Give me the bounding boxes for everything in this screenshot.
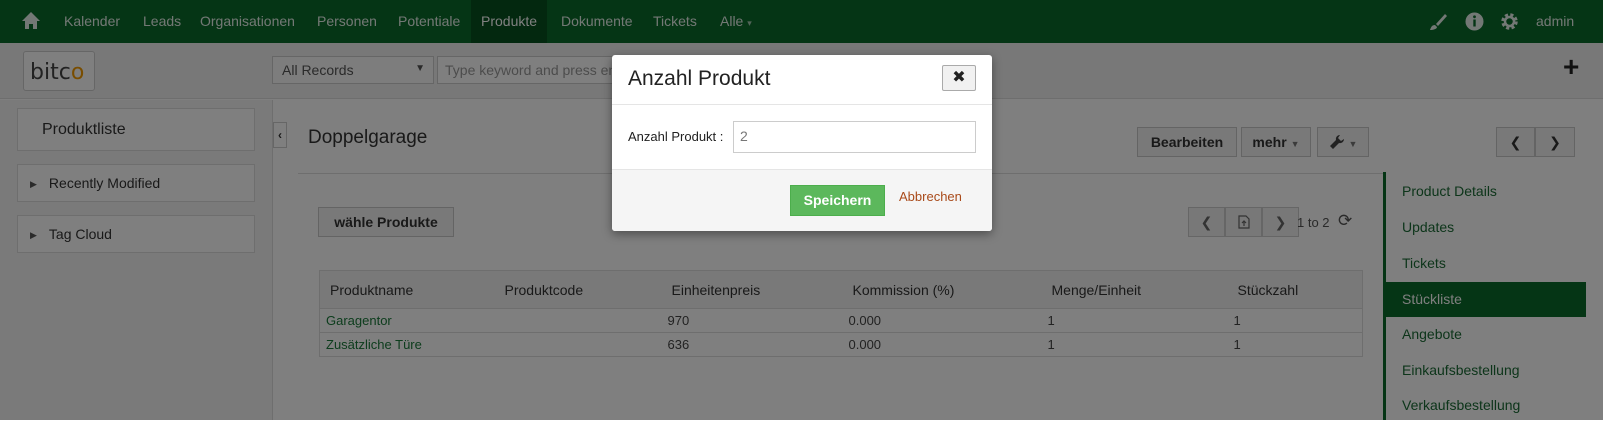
close-icon: ✖: [952, 69, 966, 86]
quantity-dialog: Anzahl Produkt ✖ Anzahl Produkt : 2 Spei…: [612, 55, 992, 231]
dialog-title: Anzahl Produkt: [628, 67, 771, 90]
cancel-link[interactable]: Abbrechen: [899, 189, 962, 204]
close-button[interactable]: ✖: [942, 65, 976, 91]
dialog-footer: Speichern Abbrechen: [612, 169, 992, 231]
save-button[interactable]: Speichern: [790, 185, 885, 216]
dialog-header: Anzahl Produkt ✖: [612, 55, 992, 105]
quantity-label: Anzahl Produkt :: [628, 129, 724, 144]
quantity-input[interactable]: 2: [733, 121, 976, 153]
